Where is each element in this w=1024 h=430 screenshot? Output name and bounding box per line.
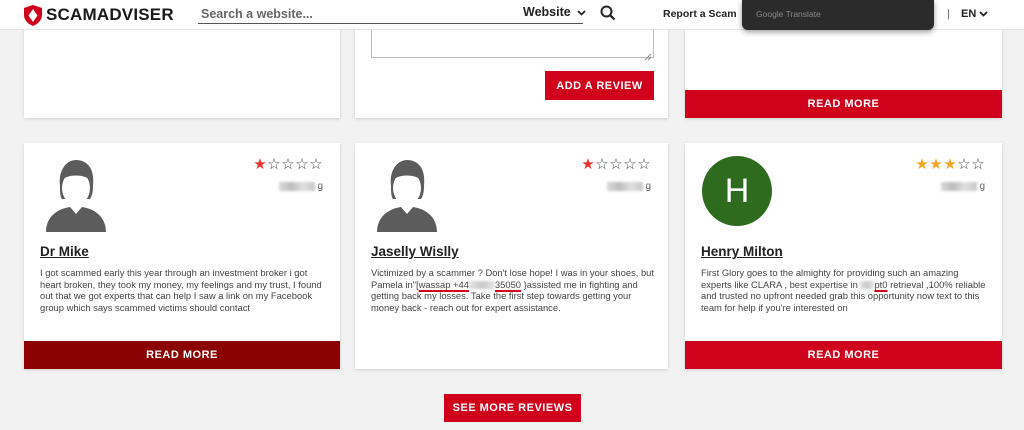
chevron-down-icon — [979, 8, 988, 20]
reviewer-name[interactable]: Dr Mike — [40, 244, 89, 259]
star-empty-icon: ☆ — [971, 156, 985, 173]
star-filled-icon: ★ — [581, 156, 595, 173]
header-separator: | — [947, 8, 950, 20]
review-textarea[interactable] — [371, 26, 654, 58]
search-input[interactable] — [198, 4, 508, 23]
date-suffix: g — [317, 181, 323, 192]
review-card-top-left — [24, 26, 340, 118]
write-review-card: ADD A REVIEW — [355, 26, 668, 118]
search-icon[interactable] — [600, 5, 616, 21]
google-translate-popup: Google Translate — [742, 0, 934, 30]
default-avatar-icon — [40, 156, 112, 232]
language-label: EN — [961, 8, 977, 20]
review-card: ★ ☆ ☆ ☆ ☆ g Jaselly Wislly Victimized by a s… — [355, 143, 668, 369]
review-text: Victimized by a scammer ? Don't lose hop… — [371, 267, 656, 313]
see-more-reviews-button[interactable]: SEE MORE REVIEWS — [444, 394, 581, 422]
highlighted-contact: wassap +44 35050 — [419, 279, 521, 290]
default-avatar-icon — [371, 156, 443, 232]
star-empty-icon: ☆ — [637, 156, 651, 173]
review-text: First Glory goes to the almighty for pro… — [701, 267, 986, 313]
star-empty-icon: ☆ — [609, 156, 623, 173]
blurred-date — [941, 182, 978, 191]
star-filled-icon: ★ — [943, 156, 957, 173]
review-date: g — [279, 181, 323, 192]
review-card: H ★ ★ ★ ☆ ☆ g Henry Milton First Glory goes … — [685, 143, 1002, 369]
star-empty-icon: ☆ — [267, 156, 281, 173]
read-more-button[interactable]: READ MORE — [24, 341, 340, 369]
language-selector[interactable]: EN — [961, 8, 988, 20]
google-translate-label: Google Translate — [756, 9, 821, 19]
star-filled-icon: ★ — [929, 156, 943, 173]
highlighted-term: pt0 — [860, 278, 888, 290]
review-text: I got scammed early this year through an… — [40, 267, 322, 313]
reviewer-name[interactable]: Jaselly Wislly — [371, 244, 459, 259]
star-empty-icon: ☆ — [957, 156, 971, 173]
star-filled-icon: ★ — [253, 156, 267, 173]
highlight-suffix: pt0 — [874, 278, 888, 290]
search-type-dropdown[interactable]: Website — [523, 5, 586, 19]
star-empty-icon: ☆ — [281, 156, 295, 173]
star-empty-icon: ☆ — [595, 156, 609, 173]
star-rating: ★ ☆ ☆ ☆ ☆ — [253, 157, 323, 172]
date-suffix: g — [979, 181, 985, 192]
resize-grip-icon[interactable] — [644, 48, 652, 61]
review-card: ★ ☆ ☆ ☆ ☆ g Dr Mike I got scammed early this… — [24, 143, 340, 369]
redacted-word — [860, 281, 875, 290]
review-card-top-right: READ MORE — [685, 26, 1002, 118]
star-rating: ★ ☆ ☆ ☆ ☆ — [581, 157, 651, 172]
shield-logo-icon — [24, 4, 42, 26]
blurred-date — [607, 182, 644, 191]
date-suffix: g — [645, 181, 651, 192]
search-bar: Website — [198, 4, 586, 24]
redacted-number — [468, 281, 495, 290]
reviewer-name[interactable]: Henry Milton — [701, 244, 783, 259]
search-type-label: Website — [523, 5, 571, 19]
review-date: g — [941, 181, 985, 192]
read-more-button[interactable]: READ MORE — [685, 341, 1002, 369]
report-scam-link[interactable]: Report a Scam — [663, 8, 737, 20]
review-date: g — [607, 181, 651, 192]
blurred-date — [279, 182, 316, 191]
star-empty-icon: ☆ — [623, 156, 637, 173]
contact-suffix: 35050 — [494, 278, 521, 290]
star-empty-icon: ☆ — [309, 156, 323, 173]
logo-text: SCAMADVISER — [46, 5, 174, 24]
site-logo[interactable]: SCAMADVISER — [24, 4, 174, 26]
star-filled-icon: ★ — [915, 156, 929, 173]
chevron-down-icon — [577, 5, 586, 19]
read-more-button[interactable]: READ MORE — [685, 90, 1002, 118]
star-empty-icon: ☆ — [295, 156, 309, 173]
avatar: H — [702, 156, 772, 226]
contact-prefix: wassap +44 — [418, 278, 469, 290]
star-rating: ★ ★ ★ ☆ ☆ — [915, 157, 985, 172]
add-review-button[interactable]: ADD A REVIEW — [545, 71, 654, 100]
